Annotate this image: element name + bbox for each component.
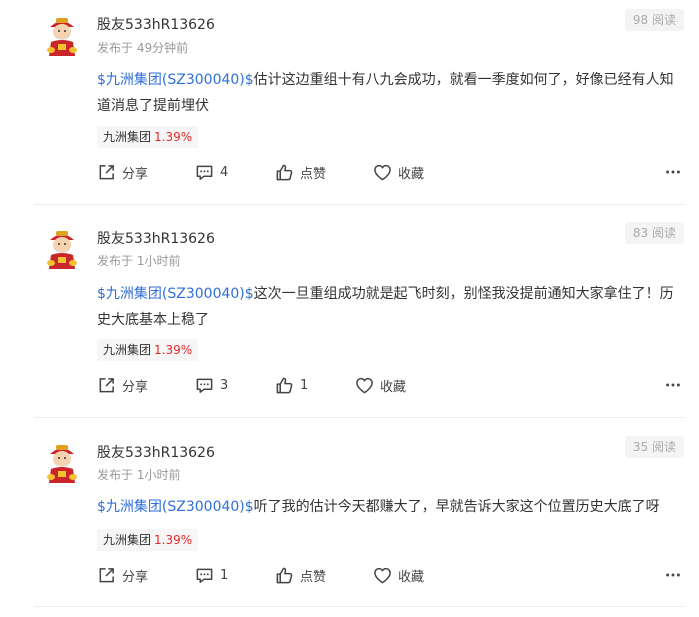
like-button[interactable]: 点赞: [275, 564, 326, 586]
username[interactable]: 股友533hR13626: [97, 442, 215, 462]
username[interactable]: 股友533hR13626: [97, 14, 215, 34]
collect-label: 收藏: [380, 379, 407, 395]
comment-count: 4: [220, 164, 229, 180]
comment-icon: [195, 163, 214, 182]
post-time: 发布于 1小时前: [97, 254, 181, 268]
post-card: 股友533hR13626 发布于 1小时前 35 阅读 $九洲集团(SZ3000…: [34, 427, 684, 617]
stock-tag-name: 九洲集团: [103, 533, 152, 547]
comment-button[interactable]: 3: [195, 374, 228, 396]
like-button[interactable]: 点赞: [275, 161, 326, 183]
share-button[interactable]: 分享: [97, 564, 148, 586]
collect-icon: [373, 566, 392, 585]
comment-button[interactable]: 4: [195, 161, 228, 183]
more-button[interactable]: [664, 374, 682, 396]
like-icon: [275, 566, 294, 585]
share-label: 分享: [122, 166, 149, 182]
post-divider: [34, 417, 684, 418]
avatar[interactable]: [44, 227, 80, 271]
collect-button[interactable]: 收藏: [355, 374, 406, 396]
collect-button[interactable]: 收藏: [373, 161, 424, 183]
share-icon: [97, 566, 116, 585]
stock-link[interactable]: $九洲集团(SZ300040)$: [97, 499, 254, 515]
action-bar: 分享 1 点赞 收藏: [97, 564, 684, 586]
share-label: 分享: [122, 569, 149, 585]
stock-tag-name: 九洲集团: [103, 343, 152, 357]
avatar[interactable]: [44, 14, 80, 58]
stock-tag-change: 1.39%: [154, 533, 193, 547]
post-card: 股友533hR13626 发布于 1小时前 83 阅读 $九洲集团(SZ3000…: [34, 213, 684, 418]
post-divider: [34, 606, 684, 607]
post-content[interactable]: $九洲集团(SZ300040)$这次一旦重组成功就是起飞时刻，别怪我没提前通知大…: [97, 281, 684, 333]
stock-tag[interactable]: 九洲集团 1.39%: [97, 126, 199, 148]
stock-tag[interactable]: 九洲集团 1.39%: [97, 339, 199, 361]
share-icon: [97, 163, 116, 182]
comment-icon: [195, 566, 214, 585]
action-bar: 分享 3 1 收藏: [97, 374, 684, 396]
more-icon: [664, 163, 682, 181]
like-label: 1: [300, 377, 309, 393]
stock-link[interactable]: $九洲集团(SZ300040)$: [97, 72, 254, 88]
share-button[interactable]: 分享: [97, 374, 148, 396]
stock-tag-change: 1.39%: [154, 343, 193, 357]
share-button[interactable]: 分享: [97, 161, 148, 183]
like-label: 点赞: [300, 569, 327, 585]
comment-icon: [195, 376, 214, 395]
read-count-badge: 98 阅读: [624, 9, 684, 31]
comment-button[interactable]: 1: [195, 564, 228, 586]
collect-button[interactable]: 收藏: [373, 564, 424, 586]
post-time: 发布于 49分钟前: [97, 41, 189, 55]
collect-label: 收藏: [398, 569, 425, 585]
like-button[interactable]: 1: [275, 374, 308, 396]
post-content[interactable]: $九洲集团(SZ300040)$估计这边重组十有八九会成功，就看一季度如何了，好…: [97, 67, 684, 119]
share-icon: [97, 376, 116, 395]
more-button[interactable]: [664, 161, 682, 183]
action-bar: 分享 4 点赞 收藏: [97, 161, 684, 183]
post-content[interactable]: $九洲集团(SZ300040)$听了我的估计今天都赚大了，早就告诉大家这个位置历…: [97, 494, 684, 520]
post-text: 听了我的估计今天都赚大了，早就告诉大家这个位置历史大底了呀: [253, 499, 660, 515]
more-icon: [664, 376, 682, 394]
post-card: 股友533hR13626 发布于 49分钟前 98 阅读 $九洲集团(SZ300…: [34, 0, 684, 205]
stock-link[interactable]: $九洲集团(SZ300040)$: [97, 286, 254, 302]
share-label: 分享: [122, 379, 149, 395]
read-count-badge: 83 阅读: [624, 222, 684, 244]
read-count-badge: 35 阅读: [624, 436, 684, 458]
stock-tag[interactable]: 九洲集团 1.39%: [97, 529, 199, 551]
like-icon: [275, 376, 294, 395]
more-icon: [664, 566, 682, 584]
comment-count: 3: [220, 377, 229, 393]
username[interactable]: 股友533hR13626: [97, 228, 215, 248]
stock-tag-name: 九洲集团: [103, 130, 152, 144]
avatar[interactable]: [44, 441, 80, 485]
post-time: 发布于 1小时前: [97, 468, 181, 482]
more-button[interactable]: [664, 564, 682, 586]
stock-tag-change: 1.39%: [154, 130, 193, 144]
collect-label: 收藏: [398, 166, 425, 182]
collect-icon: [373, 163, 392, 182]
comment-count: 1: [220, 567, 229, 583]
post-divider: [34, 204, 684, 205]
like-icon: [275, 163, 294, 182]
collect-icon: [355, 376, 374, 395]
like-label: 点赞: [300, 166, 327, 182]
